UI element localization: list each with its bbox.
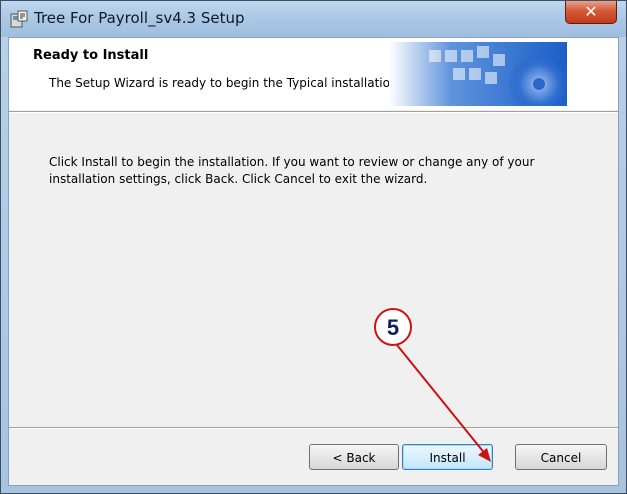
- install-button[interactable]: Install: [402, 444, 493, 470]
- title-bar[interactable]: Tree For Payroll_sv4.3 Setup ✕: [1, 1, 626, 37]
- installer-icon: [10, 10, 28, 28]
- back-button[interactable]: < Back: [309, 444, 399, 470]
- close-button[interactable]: ✕: [565, 1, 617, 24]
- setup-window: Tree For Payroll_sv4.3 Setup ✕ Ready to …: [0, 0, 627, 494]
- page-title: Ready to Install: [33, 48, 149, 63]
- header-separator: [9, 111, 618, 113]
- banner-graphic: [389, 42, 567, 106]
- window-title: Tree For Payroll_sv4.3 Setup: [34, 9, 245, 27]
- page-description: The Setup Wizard is ready to begin the T…: [49, 76, 398, 90]
- wizard-client-area: Ready to Install The Setup Wizard is rea…: [8, 37, 619, 486]
- close-icon: ✕: [584, 2, 598, 21]
- instructions-text: Click Install to begin the installation.…: [49, 155, 535, 186]
- cancel-button[interactable]: Cancel: [515, 444, 607, 470]
- footer-separator: [9, 427, 618, 429]
- header-banner: Ready to Install The Setup Wizard is rea…: [9, 38, 618, 110]
